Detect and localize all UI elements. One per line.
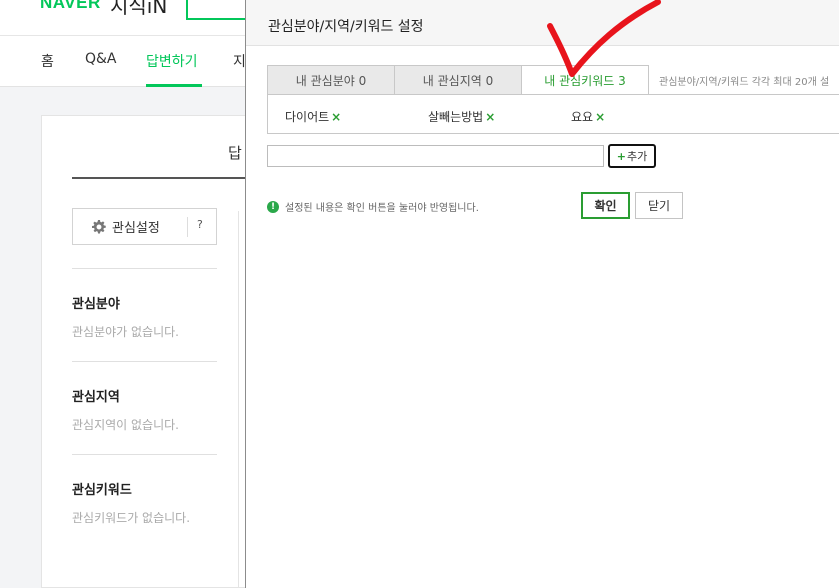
section-divider (72, 361, 217, 362)
plus-icon: + (616, 149, 626, 163)
search-box[interactable] (186, 0, 246, 20)
interest-settings-label: 관심설정 (112, 221, 160, 236)
help-icon[interactable]: ? (197, 218, 203, 231)
remove-keyword-icon[interactable]: × (485, 110, 495, 124)
content-title-divider (72, 177, 262, 179)
modal-title: 관심분야/지역/키워드 설정 (268, 19, 424, 35)
section-heading-region: 관심지역 (72, 390, 120, 405)
content-title: 답 (228, 144, 242, 162)
section-empty-region: 관심지역이 없습니다. (72, 418, 179, 432)
service-logo[interactable]: 지식iN (110, 0, 167, 19)
keyword-label: 요요 (571, 110, 594, 124)
modal-header: 관심분야/지역/키워드 설정 (246, 0, 839, 46)
remove-keyword-icon[interactable]: × (595, 110, 605, 124)
section-heading-field: 관심분야 (72, 297, 120, 312)
tab-limit-note: 관심분야/지역/키워드 각각 최대 20개 설 (659, 77, 830, 88)
close-button[interactable]: 닫기 (635, 192, 683, 219)
nav-item-qna[interactable]: Q&A (85, 51, 117, 67)
content-column-divider (238, 211, 239, 588)
add-keyword-label: 추가 (626, 150, 648, 163)
section-heading-keyword: 관심키워드 (72, 483, 132, 498)
keyword-label: 다이어트 (285, 110, 330, 124)
section-divider (72, 268, 217, 269)
remove-keyword-icon[interactable]: × (331, 110, 341, 124)
section-empty-keyword: 관심키워드가 없습니다. (72, 511, 191, 525)
confirm-button[interactable]: 확인 (581, 192, 630, 219)
tab-my-fields[interactable]: 내 관심분야 0 (267, 65, 395, 95)
tab-my-regions[interactable]: 내 관심지역 0 (394, 65, 522, 95)
button-separator (187, 217, 188, 237)
nav-item-next[interactable]: 지 (233, 51, 246, 71)
keyword-input[interactable] (267, 145, 604, 167)
keyword-list: 다이어트 × 살빼는방법 × 요요 × (267, 94, 839, 134)
nav-active-underline (146, 84, 202, 87)
apply-notice: ! 설정된 내용은 확인 버튼을 눌러야 반영됩니다. (267, 199, 479, 214)
section-empty-field: 관심분야가 없습니다. (72, 325, 179, 339)
tab-my-keywords[interactable]: 내 관심키워드 3 (521, 65, 649, 95)
naver-logo[interactable]: NAVER (40, 0, 101, 13)
section-divider (72, 454, 217, 455)
keyword-label: 살빼는방법 (428, 110, 484, 124)
interest-settings-button[interactable]: 관심설정 ? (72, 208, 217, 245)
nav-item-answer[interactable]: 답변하기 (146, 51, 198, 71)
content-card: 답 관심설정 ? 관심분야 관심분야가 없습니다. 관심지역 관심지역이 없습니… (41, 115, 262, 588)
keyword-chip: 다이어트 × (285, 108, 341, 125)
interest-settings-modal: 관심분야/지역/키워드 설정 내 관심분야 0 내 관심지역 0 내 관심키워드… (245, 0, 839, 588)
keyword-chip: 살빼는방법 × (428, 108, 495, 125)
apply-notice-text: 설정된 내용은 확인 버튼을 눌러야 반영됩니다. (285, 203, 479, 214)
info-icon: ! (267, 200, 279, 213)
keyword-chip: 요요 × (571, 108, 605, 125)
add-keyword-button[interactable]: + 추가 (608, 144, 656, 168)
gear-icon (92, 219, 106, 233)
nav-item-home[interactable]: 홈 (41, 51, 54, 71)
